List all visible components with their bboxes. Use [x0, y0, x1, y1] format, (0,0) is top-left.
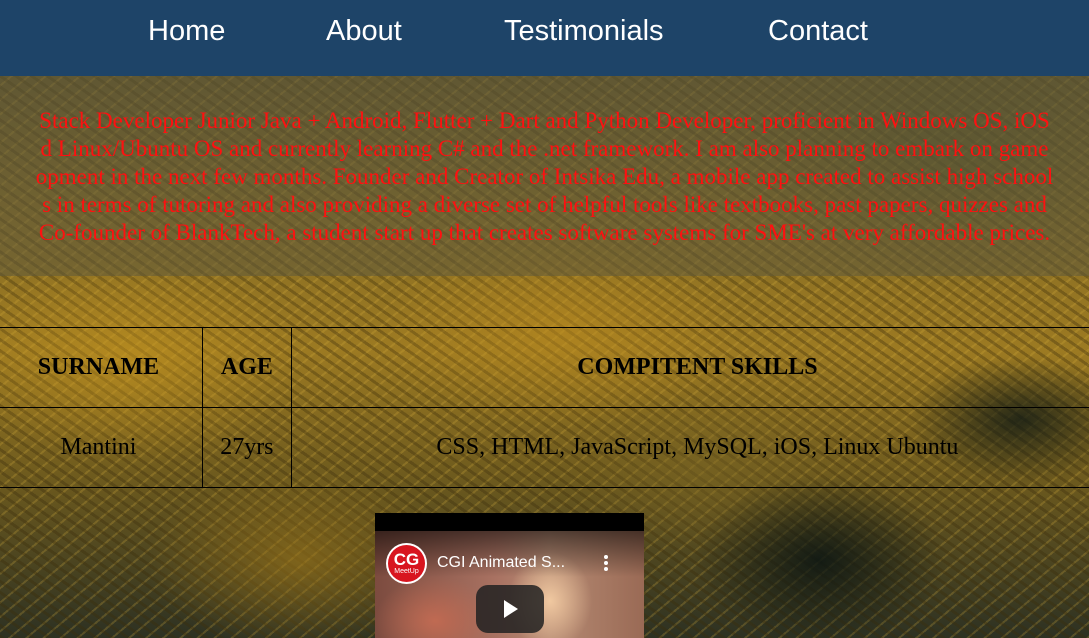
- channel-logo-badge: CG MeetUp: [388, 545, 425, 582]
- play-button[interactable]: [476, 585, 544, 633]
- play-icon: [504, 600, 518, 618]
- column-header-surname: SURNAME: [0, 327, 203, 408]
- nav-link-contact[interactable]: Contact: [768, 14, 868, 48]
- cell-skills: CSS, HTML, JavaScript, MySQL, iOS, Linux…: [290, 407, 1089, 488]
- nav-link-home[interactable]: Home: [148, 14, 225, 48]
- video-title[interactable]: CGI Animated S...: [437, 553, 587, 573]
- table-header-row: SURNAME AGE COMPITENT SKILLS: [0, 327, 1089, 408]
- column-header-age: AGE: [201, 327, 292, 408]
- about-intro-panel: Stack Developer Junior Java + Android, F…: [0, 76, 1089, 276]
- intro-text-line: s in terms of tutoring and also providin…: [42, 192, 1047, 217]
- column-header-skills: COMPITENT SKILLS: [290, 327, 1089, 408]
- top-navbar: Home About Testimonials Contact: [0, 0, 1089, 76]
- profile-table: SURNAME AGE COMPITENT SKILLS Mantini 27y…: [0, 327, 1089, 488]
- embedded-video-player[interactable]: CG MeetUp CGI Animated S...: [375, 513, 644, 638]
- video-info-bar: CG MeetUp CGI Animated S...: [375, 531, 644, 584]
- intro-text-line: Co-founder of BlankTech, a student start…: [38, 220, 1051, 245]
- nav-link-about[interactable]: About: [326, 14, 402, 48]
- intro-text-line: d Linux/Ubuntu OS and currently learning…: [40, 136, 1049, 161]
- cell-age: 27yrs: [201, 407, 292, 488]
- cell-surname: Mantini: [0, 407, 203, 488]
- nav-link-testimonials[interactable]: Testimonials: [504, 14, 664, 48]
- channel-logo-text: CG: [393, 549, 420, 569]
- more-options-icon[interactable]: [601, 553, 611, 573]
- intro-text-line: opment in the next few months. Founder a…: [35, 164, 1054, 189]
- intro-text-line: Stack Developer Junior Java + Android, F…: [39, 108, 1050, 133]
- table-row: Mantini 27yrs CSS, HTML, JavaScript, MyS…: [0, 407, 1089, 488]
- channel-logo[interactable]: CG MeetUp: [386, 543, 427, 584]
- channel-logo-subtext: MeetUp: [394, 567, 419, 575]
